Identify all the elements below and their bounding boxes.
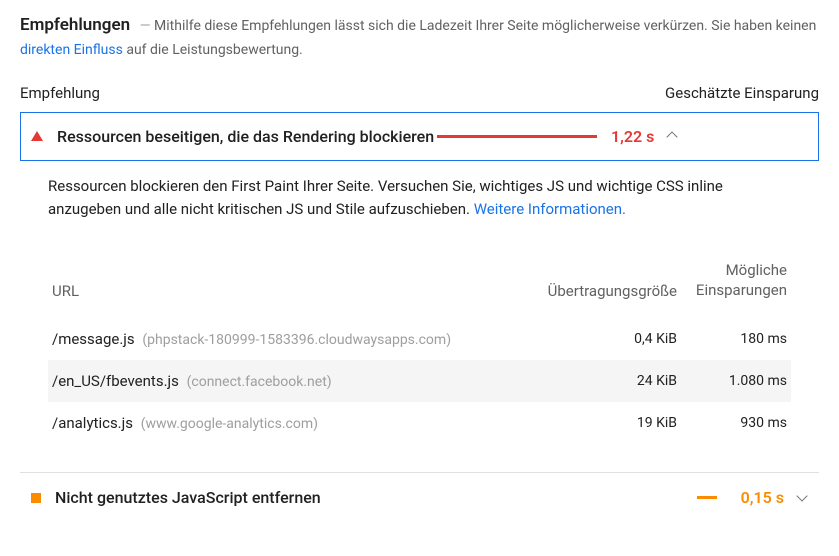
col-header-url: URL	[52, 282, 507, 300]
cell-save: 180 ms	[677, 331, 787, 347]
audit-savings-value: 0,15 s	[741, 488, 784, 507]
audit-header-row[interactable]: Ressourcen beseitigen, die das Rendering…	[21, 113, 818, 160]
col-header-savings: Mögliche Einsparungen	[677, 261, 787, 300]
intro-text: Empfehlungen — Mithilfe diese Empfehlung…	[20, 12, 819, 62]
chevron-down-icon	[796, 492, 808, 504]
intro-body-1: Mithilfe diese Empfehlungen lässt sich d…	[154, 18, 816, 34]
table-row: /analytics.js (www.google-analytics.com)…	[48, 402, 791, 444]
cell-save: 1.080 ms	[677, 373, 787, 389]
chevron-up-icon	[666, 130, 678, 142]
audit-unused-js: Nicht genutztes JavaScript entfernen 0,1…	[20, 473, 819, 522]
cell-save: 930 ms	[677, 415, 787, 431]
col-header-size: Übertragungsgröße	[507, 282, 677, 300]
fail-triangle-icon	[31, 131, 43, 141]
average-square-icon	[31, 493, 41, 503]
audit-header-row[interactable]: Nicht genutztes JavaScript entfernen 0,1…	[21, 474, 818, 521]
cell-size: 24 KiB	[507, 373, 677, 389]
column-header-row: Empfehlung Geschätzte Einsparung	[20, 84, 819, 102]
cell-url: /en_US/fbevents.js (connect.facebook.net…	[52, 372, 507, 390]
audit-body: Ressourcen blockieren den First Paint Ih…	[20, 161, 819, 463]
cell-size: 19 KiB	[507, 415, 677, 431]
section-title: Empfehlungen	[20, 15, 130, 35]
direct-influence-link[interactable]: direkten Einfluss	[20, 42, 123, 58]
intro-body-2: auf die Leistungsbewertung.	[123, 42, 303, 58]
cell-url: /analytics.js (www.google-analytics.com)	[52, 414, 507, 432]
col-header-savings: Geschätzte Einsparung	[665, 84, 819, 102]
cell-size: 0,4 KiB	[507, 331, 677, 347]
resource-table: URL Übertragungsgröße Mögliche Einsparun…	[48, 249, 791, 444]
table-row: /message.js (phpstack-180999-1583396.clo…	[48, 318, 791, 360]
audit-title: Ressourcen beseitigen, die das Rendering…	[57, 125, 437, 148]
audit-title: Nicht genutztes JavaScript entfernen	[55, 486, 697, 509]
learn-more-link[interactable]: Weitere Informationen.	[474, 200, 626, 218]
audit-render-blocking: Ressourcen beseitigen, die das Rendering…	[20, 112, 819, 161]
impact-bar-wrap	[437, 135, 597, 138]
col-header-recommendation: Empfehlung	[20, 84, 100, 102]
table-header-row: URL Übertragungsgröße Mögliche Einsparun…	[48, 249, 791, 318]
impact-bar-wrap	[697, 496, 727, 499]
cell-url: /message.js (phpstack-180999-1583396.clo…	[52, 330, 507, 348]
audit-description: Ressourcen blockieren den First Paint Ih…	[48, 175, 791, 222]
table-row: /en_US/fbevents.js (connect.facebook.net…	[48, 360, 791, 402]
impact-bar	[437, 135, 597, 138]
dash: —	[140, 18, 151, 34]
impact-bar	[697, 496, 717, 499]
audit-savings-value: 1,22 s	[611, 127, 654, 146]
